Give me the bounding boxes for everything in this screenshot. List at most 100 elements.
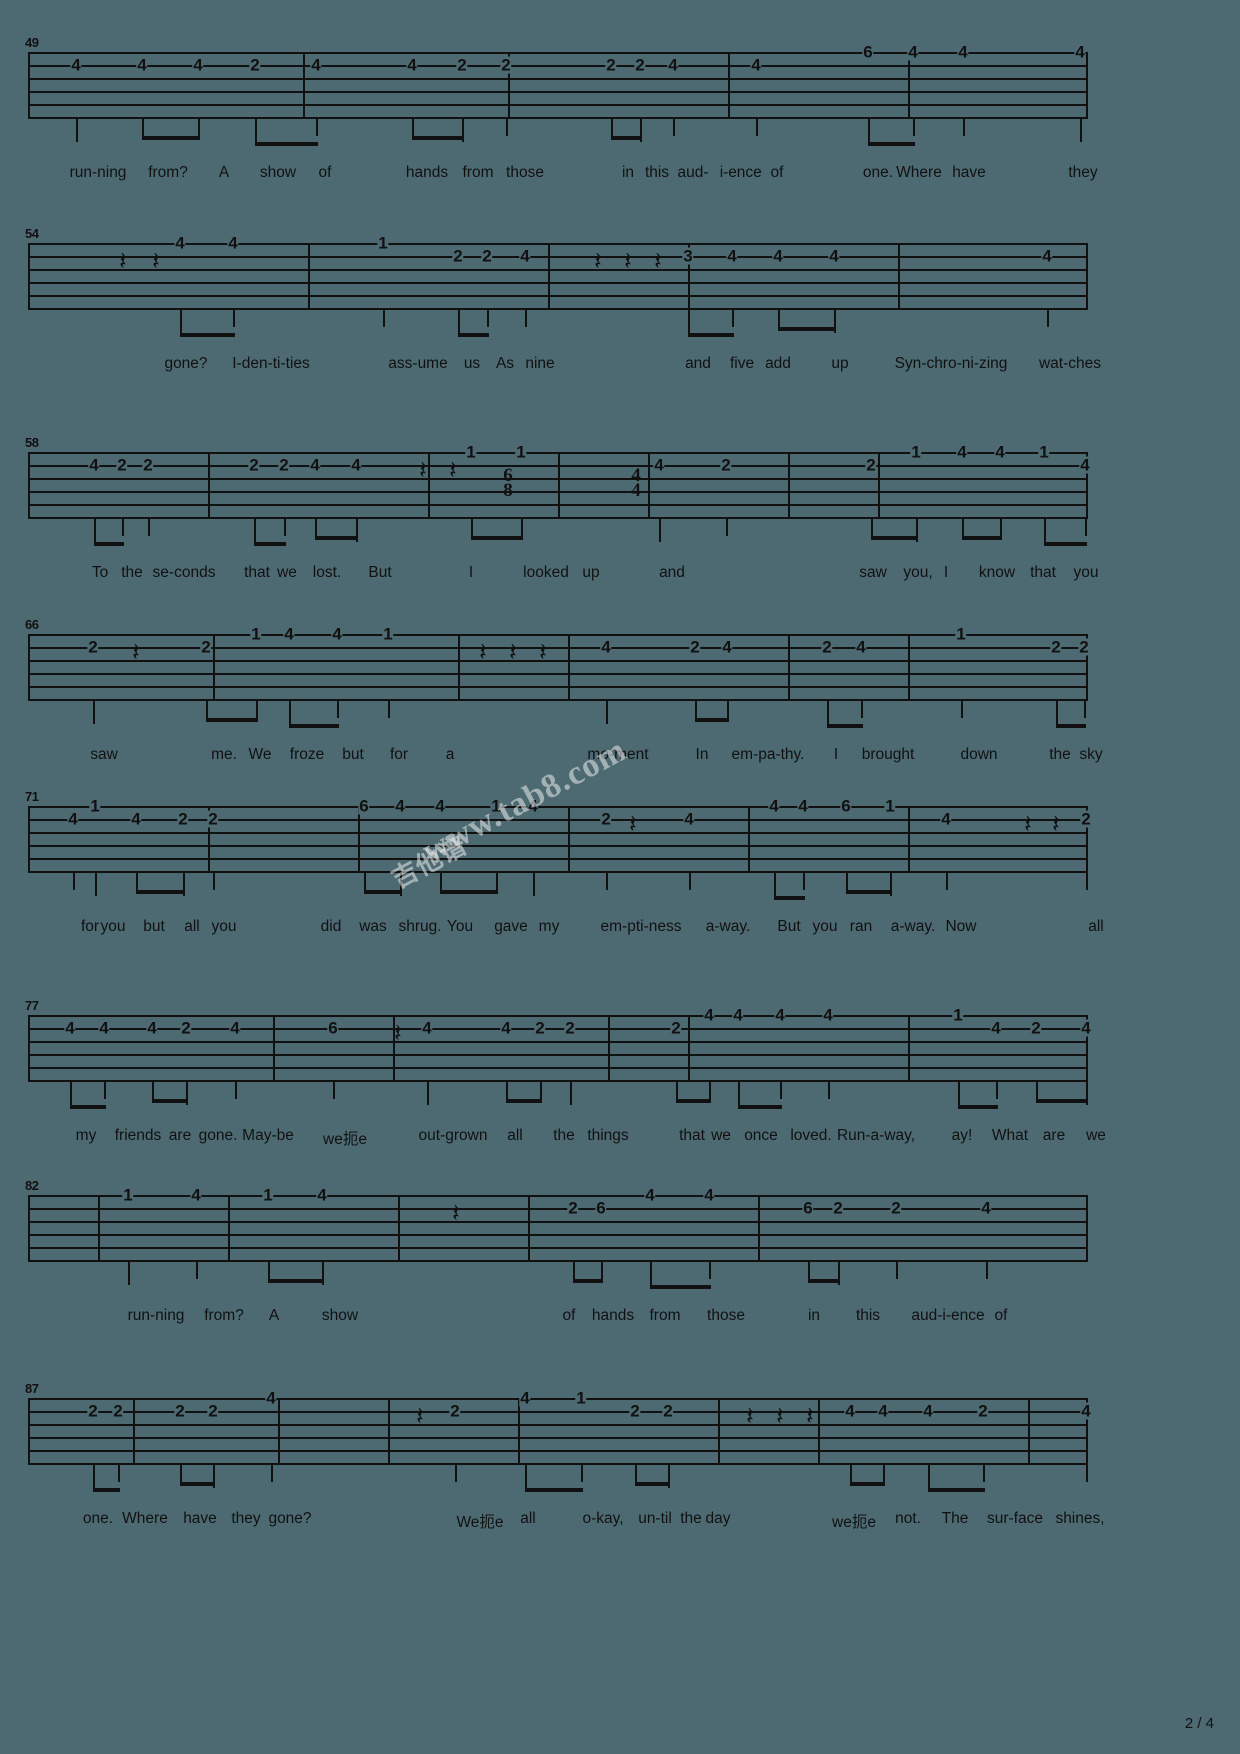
barline bbox=[458, 634, 460, 700]
staff-line bbox=[28, 1221, 1088, 1223]
barline bbox=[518, 1398, 520, 1464]
rhythm-beam bbox=[850, 1482, 885, 1486]
barline bbox=[878, 452, 880, 518]
fret-number: 2 bbox=[1080, 809, 1092, 829]
barline bbox=[788, 452, 790, 518]
barline bbox=[748, 806, 750, 872]
rhythm-stem bbox=[1044, 518, 1046, 542]
lyrics-line: my friends are gone. May-be we扼e out-grown all t… bbox=[0, 1127, 1240, 1149]
fret-number: 2 bbox=[1078, 637, 1090, 657]
lyric-syllable: you, bbox=[903, 564, 933, 581]
lyric-syllable: me. bbox=[211, 746, 237, 763]
rhythm-stem bbox=[136, 872, 138, 890]
staff-line bbox=[28, 65, 1088, 67]
rhythm-stem bbox=[427, 1081, 429, 1105]
fret-number: 1 bbox=[910, 442, 922, 462]
fret-number: 4 bbox=[67, 809, 79, 829]
rhythm-stem bbox=[196, 1261, 198, 1279]
fret-number: 4 bbox=[309, 455, 321, 475]
barline bbox=[278, 1398, 280, 1464]
measure-number: 49 bbox=[25, 35, 39, 50]
fret-number: 4 bbox=[500, 1018, 512, 1038]
staff-line bbox=[28, 660, 1088, 662]
lyric-syllable: run-ning bbox=[69, 164, 127, 181]
fret-number: 1 bbox=[952, 1005, 964, 1025]
rhythm-stem bbox=[861, 700, 863, 718]
lyric-syllable: show bbox=[259, 164, 297, 181]
fret-number: 2 bbox=[200, 637, 212, 657]
fret-number: 4 bbox=[421, 1018, 433, 1038]
barline bbox=[528, 1195, 530, 1261]
rhythm-beam bbox=[440, 890, 498, 894]
lyric-syllable: nine bbox=[525, 355, 555, 372]
fret-number: 2 bbox=[249, 55, 261, 75]
barline bbox=[28, 634, 31, 700]
fret-number: 1 bbox=[884, 796, 896, 816]
fret-number: 4 bbox=[310, 55, 322, 75]
rhythm-beam bbox=[525, 1488, 583, 1492]
tab-sheet-page: 49 4 4 4 2 4 4 2 2 2 2 4 4 6 4 4 4 run-ning from? Ashow of ha… bbox=[0, 0, 1240, 1754]
fret-number: 2 bbox=[278, 455, 290, 475]
rhythm-beam bbox=[364, 890, 402, 894]
lyrics-line: for you but all you did was shrug. You gave my em-p… bbox=[0, 918, 1240, 940]
lyric-syllable: all bbox=[1088, 918, 1104, 935]
lyric-syllable: The bbox=[941, 1510, 969, 1527]
rhythm-stem bbox=[540, 1081, 542, 1099]
lyric-syllable: from? bbox=[204, 1307, 244, 1324]
fret-number: 4 bbox=[1080, 1401, 1092, 1421]
rhythm-stem bbox=[521, 518, 523, 536]
fret-number: 1 bbox=[262, 1185, 274, 1205]
rhythm-stem bbox=[95, 872, 97, 896]
lyric-syllable: for bbox=[389, 746, 409, 763]
fret-number: 2 bbox=[456, 55, 468, 75]
lyric-syllable: we bbox=[711, 1127, 731, 1144]
staff-line bbox=[28, 78, 1088, 80]
rhythm-beam bbox=[695, 718, 729, 722]
lyric-syllable: add bbox=[765, 355, 791, 372]
staff-line bbox=[28, 1041, 1088, 1043]
lyric-syllable: gone? bbox=[268, 1510, 312, 1527]
rhythm-stem bbox=[808, 1261, 810, 1279]
quarter-rest: 𝄽 bbox=[776, 1401, 784, 1431]
staff-line bbox=[28, 1247, 1088, 1249]
staff-line bbox=[28, 647, 1088, 649]
fret-number: 2 bbox=[207, 809, 219, 829]
measure-number: 82 bbox=[25, 1178, 39, 1193]
barline bbox=[1086, 52, 1089, 118]
staff-line bbox=[28, 845, 1088, 847]
fret-number: 2 bbox=[177, 809, 189, 829]
rhythm-stem bbox=[180, 309, 182, 333]
fret-number: 2 bbox=[207, 1401, 219, 1421]
fret-number: 6 bbox=[840, 796, 852, 816]
rhythm-stem bbox=[695, 700, 697, 718]
lyric-syllable: this bbox=[644, 164, 670, 181]
lyrics-line: gone? I-den-ti-ties ass-ume us As nine and five… bbox=[0, 355, 1240, 377]
lyric-syllable: was bbox=[359, 918, 387, 935]
fret-number: 4 bbox=[174, 233, 186, 253]
lyric-syllable: saw bbox=[90, 746, 118, 763]
lyric-syllable: us bbox=[463, 355, 481, 372]
staff-line bbox=[28, 282, 1088, 284]
lyric-syllable: ence bbox=[728, 164, 762, 181]
rhythm-stem bbox=[122, 518, 124, 536]
fret-number: 2 bbox=[449, 1401, 461, 1421]
measure-number: 71 bbox=[25, 789, 39, 804]
lyric-syllable: I-den-ti-ties bbox=[232, 355, 310, 372]
measure-number: 54 bbox=[25, 226, 39, 241]
fret-number: 4 bbox=[907, 42, 919, 62]
rhythm-beam bbox=[471, 536, 523, 540]
fret-number: 4 bbox=[406, 55, 418, 75]
tab-staff bbox=[28, 52, 1089, 119]
lyric-syllable: that bbox=[244, 564, 270, 581]
lyric-syllable: What bbox=[991, 1127, 1029, 1144]
rhythm-stem bbox=[316, 118, 318, 136]
rhythm-stem bbox=[883, 1464, 885, 1482]
rhythm-beam bbox=[289, 724, 339, 728]
rhythm-stem bbox=[1056, 700, 1058, 724]
rhythm-stem bbox=[983, 1464, 985, 1482]
quarter-rest: 𝄽 bbox=[449, 455, 457, 485]
lyric-syllable: a-way. bbox=[890, 918, 936, 935]
staff-line bbox=[28, 117, 1088, 119]
barline bbox=[358, 806, 360, 872]
barline bbox=[28, 1398, 31, 1464]
